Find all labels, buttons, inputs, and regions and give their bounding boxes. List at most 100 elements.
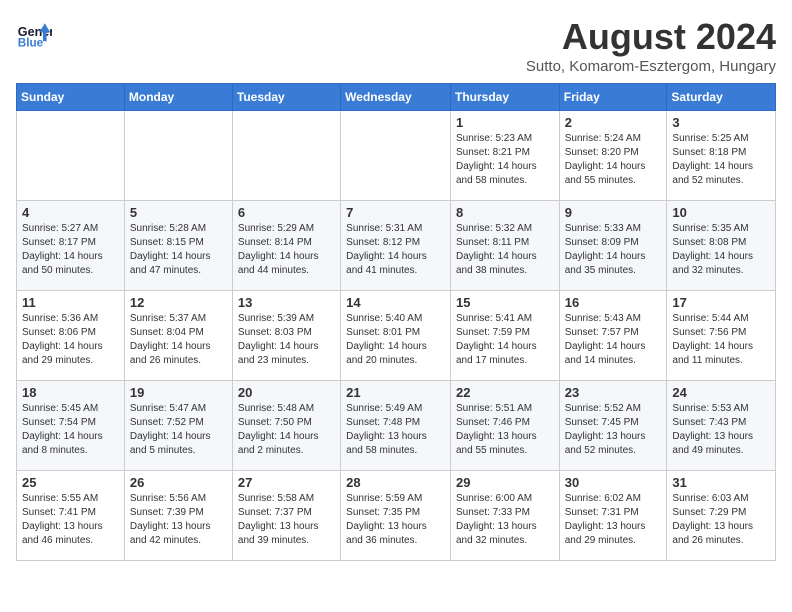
- calendar-cell: 11 Sunrise: 5:36 AM Sunset: 8:06 PM Dayli…: [17, 291, 125, 381]
- day-info: Sunrise: 5:43 AM Sunset: 7:57 PM Dayligh…: [565, 312, 662, 368]
- day-info: Sunrise: 5:23 AM Sunset: 8:21 PM Dayligh…: [456, 132, 554, 188]
- day-info: Sunrise: 5:24 AM Sunset: 8:20 PM Dayligh…: [565, 132, 662, 188]
- day-info: Sunrise: 5:59 AM Sunset: 7:35 PM Dayligh…: [346, 492, 445, 548]
- calendar-cell: 9 Sunrise: 5:33 AM Sunset: 8:09 PM Daylig…: [559, 201, 667, 291]
- day-info: Sunrise: 5:44 AM Sunset: 7:56 PM Dayligh…: [672, 312, 770, 368]
- day-info: Sunrise: 5:36 AM Sunset: 8:06 PM Dayligh…: [22, 312, 119, 368]
- logo-icon: General Blue: [16, 16, 52, 52]
- day-number: 28: [346, 475, 445, 490]
- day-info: Sunrise: 5:31 AM Sunset: 8:12 PM Dayligh…: [346, 222, 445, 278]
- day-number: 23: [565, 385, 662, 400]
- weekday-header-tuesday: Tuesday: [232, 84, 340, 111]
- calendar-cell: 29 Sunrise: 6:00 AM Sunset: 7:33 PM Dayli…: [450, 471, 559, 561]
- calendar-cell: 23 Sunrise: 5:52 AM Sunset: 7:45 PM Dayli…: [559, 381, 667, 471]
- day-number: 19: [130, 385, 227, 400]
- day-info: Sunrise: 5:52 AM Sunset: 7:45 PM Dayligh…: [565, 402, 662, 458]
- day-number: 29: [456, 475, 554, 490]
- calendar-week-4: 18Sunrise: 5:45 AM Sunset: 7:54 PM Dayli…: [17, 381, 776, 471]
- calendar-cell: 24Sunrise: 5:53 AM Sunset: 7:43 PM Dayli…: [667, 381, 776, 471]
- calendar-cell: 22 Sunrise: 5:51 AM Sunset: 7:46 PM Dayli…: [450, 381, 559, 471]
- calendar-cell: 20 Sunrise: 5:48 AM Sunset: 7:50 PM Dayli…: [232, 381, 340, 471]
- day-info: Sunrise: 5:51 AM Sunset: 7:46 PM Dayligh…: [456, 402, 554, 458]
- day-number: 3: [672, 115, 770, 130]
- day-info: Sunrise: 5:33 AM Sunset: 8:09 PM Dayligh…: [565, 222, 662, 278]
- day-number: 14: [346, 295, 445, 310]
- calendar-cell: 16Sunrise: 5:43 AM Sunset: 7:57 PM Dayli…: [559, 291, 667, 381]
- calendar-cell: 14Sunrise: 5:40 AM Sunset: 8:01 PM Dayli…: [341, 291, 451, 381]
- title-section: August 2024 Sutto, Komarom-Esztergom, Hu…: [526, 16, 776, 75]
- calendar-week-5: 25Sunrise: 5:55 AM Sunset: 7:41 PM Dayli…: [17, 471, 776, 561]
- calendar-cell: 19 Sunrise: 5:47 AM Sunset: 7:52 PM Dayli…: [124, 381, 232, 471]
- calendar-cell: 2 Sunrise: 5:24 AM Sunset: 8:20 PM Daylig…: [559, 111, 667, 201]
- svg-text:Blue: Blue: [18, 37, 44, 50]
- day-info: Sunrise: 5:32 AM Sunset: 8:11 PM Dayligh…: [456, 222, 554, 278]
- calendar-cell: 1 Sunrise: 5:23 AM Sunset: 8:21 PM Daylig…: [450, 111, 559, 201]
- weekday-header-row: SundayMondayTuesdayWednesdayThursdayFrid…: [17, 84, 776, 111]
- day-number: 20: [238, 385, 335, 400]
- day-info: Sunrise: 5:56 AM Sunset: 7:39 PM Dayligh…: [130, 492, 227, 548]
- day-number: 1: [456, 115, 554, 130]
- day-number: 4: [22, 205, 119, 220]
- day-number: 10: [672, 205, 770, 220]
- day-info: Sunrise: 5:29 AM Sunset: 8:14 PM Dayligh…: [238, 222, 335, 278]
- calendar-cell: [17, 111, 125, 201]
- day-info: Sunrise: 5:39 AM Sunset: 8:03 PM Dayligh…: [238, 312, 335, 368]
- calendar-cell: [232, 111, 340, 201]
- calendar-cell: 6 Sunrise: 5:29 AM Sunset: 8:14 PM Daylig…: [232, 201, 340, 291]
- calendar-cell: 17 Sunrise: 5:44 AM Sunset: 7:56 PM Dayli…: [667, 291, 776, 381]
- day-number: 30: [565, 475, 662, 490]
- calendar-cell: 18Sunrise: 5:45 AM Sunset: 7:54 PM Dayli…: [17, 381, 125, 471]
- calendar-cell: [341, 111, 451, 201]
- day-number: 15: [456, 295, 554, 310]
- day-info: Sunrise: 5:35 AM Sunset: 8:08 PM Dayligh…: [672, 222, 770, 278]
- logo: General Blue: [16, 16, 52, 52]
- day-info: Sunrise: 5:48 AM Sunset: 7:50 PM Dayligh…: [238, 402, 335, 458]
- weekday-header-friday: Friday: [559, 84, 667, 111]
- calendar-cell: [124, 111, 232, 201]
- weekday-header-wednesday: Wednesday: [341, 84, 451, 111]
- calendar-cell: 8 Sunrise: 5:32 AM Sunset: 8:11 PM Daylig…: [450, 201, 559, 291]
- calendar-cell: 30Sunrise: 6:02 AM Sunset: 7:31 PM Dayli…: [559, 471, 667, 561]
- day-number: 22: [456, 385, 554, 400]
- day-number: 5: [130, 205, 227, 220]
- day-number: 8: [456, 205, 554, 220]
- day-number: 17: [672, 295, 770, 310]
- day-number: 31: [672, 475, 770, 490]
- day-info: Sunrise: 5:47 AM Sunset: 7:52 PM Dayligh…: [130, 402, 227, 458]
- weekday-header-sunday: Sunday: [17, 84, 125, 111]
- day-info: Sunrise: 6:00 AM Sunset: 7:33 PM Dayligh…: [456, 492, 554, 548]
- location: Sutto, Komarom-Esztergom, Hungary: [526, 58, 776, 75]
- calendar-cell: 21Sunrise: 5:49 AM Sunset: 7:48 PM Dayli…: [341, 381, 451, 471]
- day-info: Sunrise: 5:27 AM Sunset: 8:17 PM Dayligh…: [22, 222, 119, 278]
- calendar-cell: 28 Sunrise: 5:59 AM Sunset: 7:35 PM Dayli…: [341, 471, 451, 561]
- day-info: Sunrise: 5:55 AM Sunset: 7:41 PM Dayligh…: [22, 492, 119, 548]
- day-info: Sunrise: 5:41 AM Sunset: 7:59 PM Dayligh…: [456, 312, 554, 368]
- page-header: General Blue August 2024 Sutto, Komarom-…: [16, 16, 776, 75]
- day-info: Sunrise: 5:58 AM Sunset: 7:37 PM Dayligh…: [238, 492, 335, 548]
- day-number: 12: [130, 295, 227, 310]
- calendar-table: SundayMondayTuesdayWednesdayThursdayFrid…: [16, 83, 776, 561]
- day-info: Sunrise: 5:25 AM Sunset: 8:18 PM Dayligh…: [672, 132, 770, 188]
- day-info: Sunrise: 5:37 AM Sunset: 8:04 PM Dayligh…: [130, 312, 227, 368]
- day-number: 27: [238, 475, 335, 490]
- day-number: 11: [22, 295, 119, 310]
- day-number: 13: [238, 295, 335, 310]
- day-info: Sunrise: 5:49 AM Sunset: 7:48 PM Dayligh…: [346, 402, 445, 458]
- calendar-cell: 15 Sunrise: 5:41 AM Sunset: 7:59 PM Dayli…: [450, 291, 559, 381]
- calendar-cell: 4 Sunrise: 5:27 AM Sunset: 8:17 PM Daylig…: [17, 201, 125, 291]
- calendar-cell: 13 Sunrise: 5:39 AM Sunset: 8:03 PM Dayli…: [232, 291, 340, 381]
- calendar-week-2: 4 Sunrise: 5:27 AM Sunset: 8:17 PM Daylig…: [17, 201, 776, 291]
- day-number: 9: [565, 205, 662, 220]
- day-number: 6: [238, 205, 335, 220]
- day-number: 2: [565, 115, 662, 130]
- day-number: 7: [346, 205, 445, 220]
- calendar-cell: 5Sunrise: 5:28 AM Sunset: 8:15 PM Daylig…: [124, 201, 232, 291]
- calendar-cell: 7 Sunrise: 5:31 AM Sunset: 8:12 PM Daylig…: [341, 201, 451, 291]
- day-number: 18: [22, 385, 119, 400]
- calendar-cell: 26 Sunrise: 5:56 AM Sunset: 7:39 PM Dayli…: [124, 471, 232, 561]
- calendar-cell: 25Sunrise: 5:55 AM Sunset: 7:41 PM Dayli…: [17, 471, 125, 561]
- calendar-cell: 12 Sunrise: 5:37 AM Sunset: 8:04 PM Dayli…: [124, 291, 232, 381]
- day-number: 26: [130, 475, 227, 490]
- calendar-cell: 3 Sunrise: 5:25 AM Sunset: 8:18 PM Daylig…: [667, 111, 776, 201]
- weekday-header-saturday: Saturday: [667, 84, 776, 111]
